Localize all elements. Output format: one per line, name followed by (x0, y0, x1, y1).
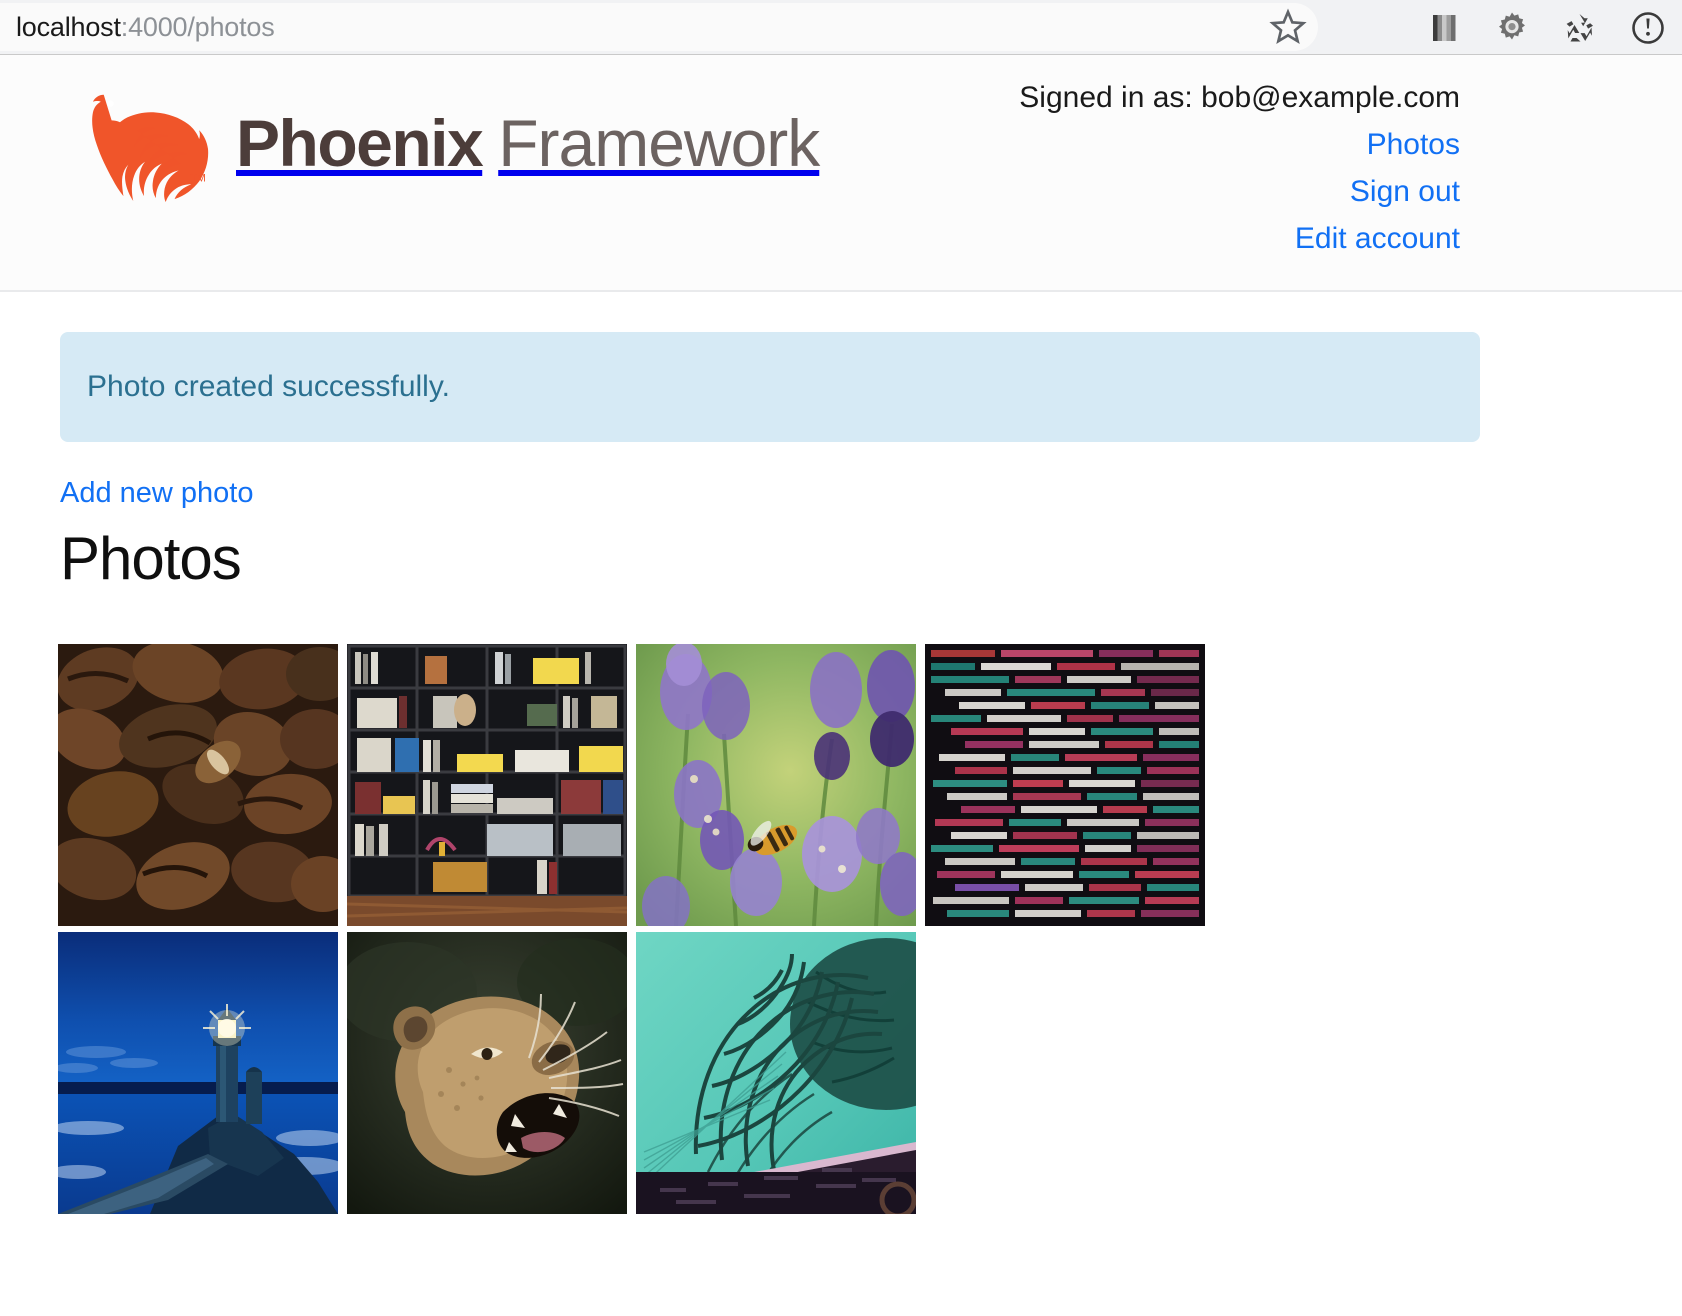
flash-message-text: Photo created successfully. (87, 370, 450, 403)
browser-toolbar: localhost:4000/photos (0, 0, 1682, 55)
photo-bookshelf[interactable] (347, 644, 627, 926)
grayscale-bar-icon[interactable] (1424, 8, 1464, 48)
photo-lioness[interactable] (347, 932, 627, 1214)
gear-icon[interactable] (1492, 8, 1532, 48)
site-header: TM Phoenix Framework Signed in as: bob@e… (0, 55, 1682, 292)
add-new-photo-link[interactable]: Add new photo (60, 477, 253, 510)
url-host: localhost (16, 11, 121, 42)
photo-grid (58, 644, 1258, 1214)
extension-icons (1424, 0, 1668, 55)
recycle-icon[interactable] (1560, 8, 1600, 48)
url-text: localhost:4000/photos (16, 12, 275, 43)
nav-sign-out[interactable]: Sign out (1019, 168, 1460, 215)
photo-coffee-beans[interactable] (58, 644, 338, 926)
logo-primary-text: Phoenix (236, 106, 484, 180)
phoenix-logo[interactable]: TM Phoenix Framework (74, 83, 820, 203)
photo-supertrees[interactable] (636, 932, 916, 1214)
header-nav: Signed in as: bob@example.com Photos Sig… (1019, 75, 1460, 262)
url-path: :4000/photos (120, 11, 275, 42)
address-bar[interactable]: localhost:4000/photos (0, 3, 1318, 51)
photo-lighthouse[interactable] (58, 932, 338, 1214)
svg-text:TM: TM (190, 172, 206, 184)
bookmark-star-icon[interactable] (1268, 7, 1308, 47)
flash-info-message: Photo created successfully. (60, 332, 1480, 442)
phoenix-logo-text: Phoenix Framework (236, 106, 820, 180)
signed-in-status: Signed in as: bob@example.com (1019, 81, 1460, 114)
page-title: Photos (60, 525, 242, 592)
photo-lavender-bee[interactable] (636, 644, 916, 926)
photo-source-code[interactable] (925, 644, 1205, 926)
info-circle-icon[interactable] (1628, 8, 1668, 48)
nav-edit-account[interactable]: Edit account (1019, 215, 1460, 262)
logo-secondary-text: Framework (498, 106, 820, 180)
phoenix-bird-icon: TM (92, 94, 209, 203)
nav-photos[interactable]: Photos (1019, 121, 1460, 168)
